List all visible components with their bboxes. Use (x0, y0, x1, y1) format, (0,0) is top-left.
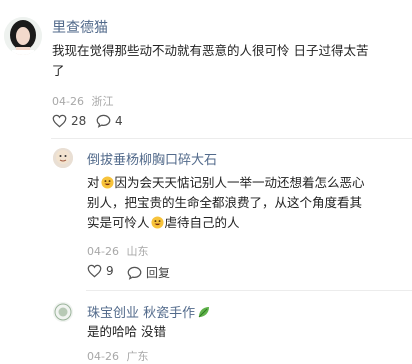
comment-text-line-1: 我现在觉得那些动不动就有恶意的人很可怜 日子过得太苦 (52, 43, 369, 58)
reply-username[interactable]: 珠宝创业 秋瓷手作 (87, 302, 211, 321)
divider (86, 290, 412, 291)
reply-text-line-2: 别人，把宝贵的生命全都浪费了，从这个角度看其 (87, 195, 363, 210)
reply-user-avatar[interactable] (53, 148, 73, 168)
divider (51, 138, 412, 139)
reply-text-part: 虐待自己的人 (164, 215, 240, 230)
heart-outline-icon (87, 264, 102, 278)
reply-location: 山东 (126, 245, 149, 258)
reply-date: 04-26 (87, 245, 119, 258)
reply-username[interactable]: 倒拔垂杨柳胸口碎大石 (87, 149, 217, 168)
heart-outline-icon (52, 114, 67, 128)
reply-date: 04-26 (87, 350, 119, 363)
reply-meta: 04-26 广东 (87, 348, 148, 364)
comment-username[interactable]: 里查德猫 (52, 17, 108, 37)
comment-text-line-2: 了 (52, 63, 65, 78)
comment-date: 04-26 (52, 95, 84, 108)
leaf-emoji (198, 306, 210, 317)
speech-bubble-icon (127, 266, 142, 280)
grinning-face-emoji (150, 216, 164, 229)
reply-location: 广东 (126, 350, 149, 363)
reply-meta: 04-26 山东 (87, 243, 148, 259)
reply-text: 是的哈哈 没错 (87, 324, 166, 339)
reply-username-text: 珠宝创业 秋瓷手作 (87, 306, 196, 321)
reply-label: 回复 (146, 266, 171, 280)
like-count: 28 (71, 114, 87, 128)
reply-text-part: 对 (87, 175, 100, 190)
grinning-face-emoji (100, 176, 114, 189)
reply-text-part: 因为会天天惦记别人一举一动还想着怎么恶心 (114, 175, 365, 190)
reply-like-count: 9 (106, 264, 114, 278)
reply-text-line-3: 实是可怜人 虐待自己的人 (87, 212, 240, 233)
reply-user-avatar[interactable] (53, 302, 73, 322)
speech-bubble-icon (96, 114, 111, 128)
reply-count: 4 (115, 114, 123, 128)
reply-text-line-1: 对因为会天天惦记别人一举一动还想着怎么恶心 (87, 172, 365, 193)
like-button[interactable]: 28 (52, 114, 86, 128)
comment-meta: 04-26 浙江 (52, 93, 113, 109)
reply-like-button[interactable]: 9 (87, 264, 114, 278)
comment-location: 浙江 (91, 95, 114, 108)
user-avatar[interactable] (4, 17, 42, 55)
comment-reply-button[interactable]: 4 (96, 114, 123, 128)
reply-text-part: 实是可怜人 (87, 215, 150, 230)
reply-button[interactable]: 回复 (127, 264, 170, 281)
